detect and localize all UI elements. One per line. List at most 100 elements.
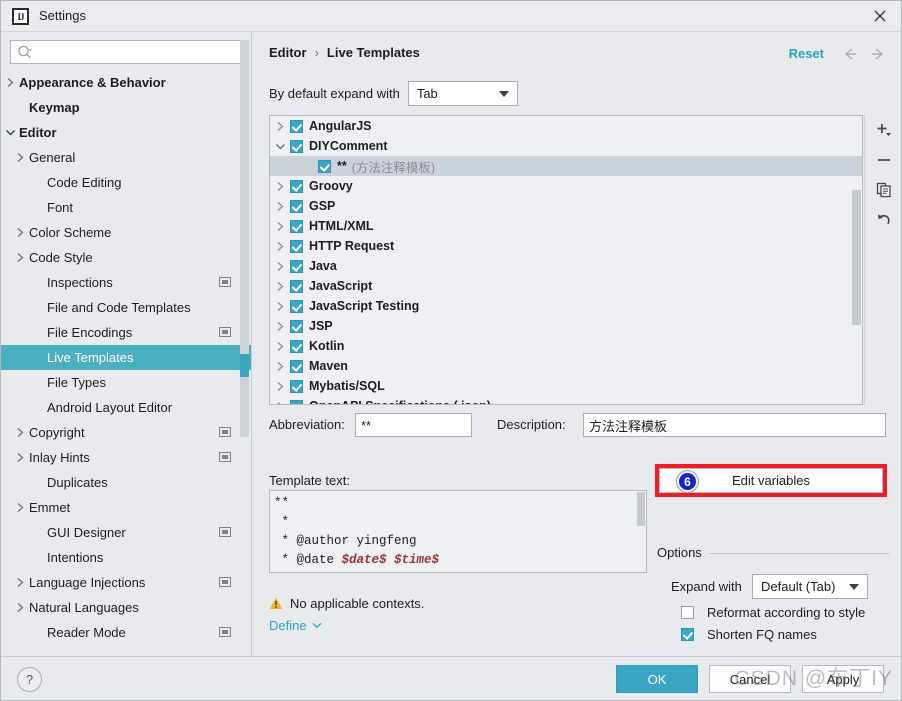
template-row[interactable]: HTTP Request (270, 236, 862, 256)
sidebar-item-editor[interactable]: Editor (1, 120, 251, 145)
chevron-right-icon[interactable] (11, 227, 29, 238)
sidebar-item-general[interactable]: General (1, 145, 251, 170)
sidebar-item-font[interactable]: Font (1, 195, 251, 220)
template-row[interactable]: JavaScript Testing (270, 296, 862, 316)
sidebar-item-color-scheme[interactable]: Color Scheme (1, 220, 251, 245)
duplicate-template-button[interactable] (865, 175, 901, 205)
shorten-checkbox-row[interactable]: Shorten FQ names (681, 627, 817, 642)
expand-with-select[interactable]: Default (Tab) (752, 574, 868, 599)
template-row[interactable]: GSP (270, 196, 862, 216)
chevron-right-icon[interactable] (11, 502, 29, 513)
define-link[interactable]: Define (269, 618, 322, 633)
chevron-right-icon[interactable] (11, 252, 29, 263)
template-checkbox[interactable] (318, 159, 331, 173)
reformat-checkbox-row[interactable]: Reformat according to style (681, 605, 865, 620)
template-checkbox[interactable] (290, 399, 303, 404)
template-checkbox[interactable] (290, 279, 303, 293)
chevron-right-icon[interactable] (270, 301, 290, 312)
sidebar-item-file-types[interactable]: File Types (1, 370, 251, 395)
template-row[interactable]: Kotlin (270, 336, 862, 356)
chevron-right-icon[interactable] (270, 121, 290, 132)
sidebar-item-code-style[interactable]: Code Style (1, 245, 251, 270)
sidebar-item-intentions[interactable]: Intentions (1, 545, 251, 570)
template-text-editor[interactable]: ** * * @author yingfeng * @date $date$ $… (269, 490, 647, 573)
template-checkbox[interactable] (290, 179, 303, 193)
close-icon[interactable] (857, 1, 901, 31)
chevron-right-icon[interactable] (1, 77, 19, 88)
template-row[interactable]: ** (方法注释模板) (270, 156, 862, 176)
template-list-scrollbar-thumb[interactable] (852, 190, 861, 325)
remove-template-button[interactable] (865, 145, 901, 175)
cancel-button[interactable]: Cancel (709, 665, 791, 693)
reformat-checkbox[interactable] (681, 606, 694, 619)
chevron-right-icon[interactable] (270, 241, 290, 252)
sidebar-item-keymap[interactable]: Keymap (1, 95, 251, 120)
sidebar-scrollbar-track[interactable] (240, 40, 249, 437)
chevron-right-icon[interactable] (11, 427, 29, 438)
template-list[interactable]: AngularJS DIYComment ** (方法注释模板) Groovy GSP HT… (269, 115, 863, 405)
template-checkbox[interactable] (290, 319, 303, 333)
abbreviation-input[interactable] (355, 413, 472, 437)
sidebar-item-duplicates[interactable]: Duplicates (1, 470, 251, 495)
template-row[interactable]: Maven (270, 356, 862, 376)
template-row[interactable]: AngularJS (270, 116, 862, 136)
search-field[interactable] (10, 40, 241, 64)
arrow-left-icon[interactable] (840, 45, 858, 63)
help-button[interactable]: ? (17, 667, 42, 692)
breadcrumb-root[interactable]: Editor (269, 45, 307, 60)
description-input[interactable] (583, 413, 886, 437)
template-checkbox[interactable] (290, 239, 303, 253)
template-row[interactable]: DIYComment (270, 136, 862, 156)
sidebar-scrollbar-thumb[interactable] (240, 354, 249, 377)
chevron-right-icon[interactable] (270, 281, 290, 292)
chevron-right-icon[interactable] (270, 361, 290, 372)
sidebar-item-copyright[interactable]: Copyright (1, 420, 251, 445)
add-template-button[interactable] (865, 115, 901, 145)
sidebar-item-language-injections[interactable]: Language Injections (1, 570, 251, 595)
shorten-checkbox[interactable] (681, 628, 694, 641)
chevron-down-icon[interactable] (1, 128, 19, 137)
default-expand-select[interactable]: Tab (407, 81, 518, 106)
template-checkbox[interactable] (290, 299, 303, 313)
sidebar-item-natural-languages[interactable]: Natural Languages (1, 595, 251, 620)
template-row[interactable]: Mybatis/SQL (270, 376, 862, 396)
sidebar-item-code-editing[interactable]: Code Editing (1, 170, 251, 195)
template-row[interactable]: Groovy (270, 176, 862, 196)
chevron-right-icon[interactable] (11, 577, 29, 588)
chevron-right-icon[interactable] (11, 602, 29, 613)
search-input[interactable] (37, 43, 239, 63)
sidebar-item-live-templates[interactable]: Live Templates (1, 345, 251, 370)
chevron-right-icon[interactable] (270, 381, 290, 392)
sidebar-item-android-layout-editor[interactable]: Android Layout Editor (1, 395, 251, 420)
chevron-right-icon[interactable] (11, 152, 29, 163)
chevron-right-icon[interactable] (11, 452, 29, 463)
chevron-right-icon[interactable] (270, 401, 290, 404)
revert-template-button[interactable] (865, 205, 901, 235)
ok-button[interactable]: OK (616, 665, 698, 693)
chevron-right-icon[interactable] (270, 321, 290, 332)
sidebar-item-reader-mode[interactable]: Reader Mode (1, 620, 251, 645)
chevron-right-icon[interactable] (270, 221, 290, 232)
chevron-right-icon[interactable] (270, 261, 290, 272)
template-checkbox[interactable] (290, 259, 303, 273)
template-row[interactable]: JavaScript (270, 276, 862, 296)
sidebar-item-appearance-behavior[interactable]: Appearance & Behavior (1, 70, 251, 95)
edit-variables-button[interactable]: 6 Edit variables (659, 468, 883, 493)
sidebar-item-inlay-hints[interactable]: Inlay Hints (1, 445, 251, 470)
chevron-down-icon[interactable] (270, 142, 290, 151)
template-checkbox[interactable] (290, 219, 303, 233)
template-row[interactable]: HTML/XML (270, 216, 862, 236)
apply-button[interactable]: Apply (802, 665, 884, 693)
template-checkbox[interactable] (290, 199, 303, 213)
chevron-right-icon[interactable] (270, 181, 290, 192)
chevron-right-icon[interactable] (270, 201, 290, 212)
sidebar-item-file-and-code-templates[interactable]: File and Code Templates (1, 295, 251, 320)
sidebar-item-inspections[interactable]: Inspections (1, 270, 251, 295)
template-text-scrollbar-thumb[interactable] (637, 492, 645, 526)
template-checkbox[interactable] (290, 359, 303, 373)
sidebar-item-gui-designer[interactable]: GUI Designer (1, 520, 251, 545)
template-checkbox[interactable] (290, 119, 303, 133)
template-row[interactable]: JSP (270, 316, 862, 336)
template-checkbox[interactable] (290, 379, 303, 393)
sidebar-item-file-encodings[interactable]: File Encodings (1, 320, 251, 345)
